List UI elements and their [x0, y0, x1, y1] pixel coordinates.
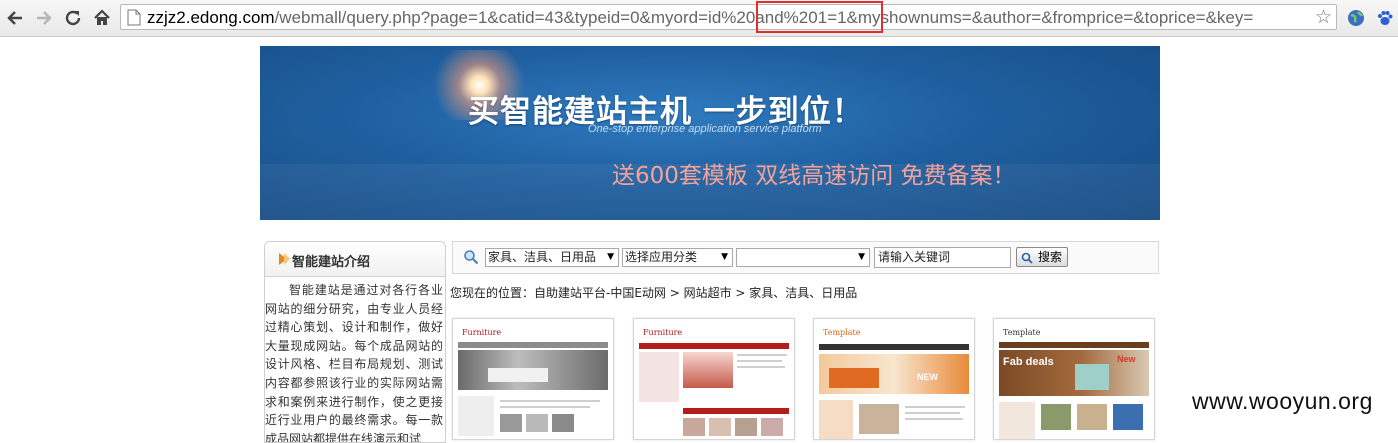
search-icon	[463, 249, 479, 268]
thumbnail-nav	[458, 342, 608, 348]
address-bar[interactable]: zzjz2.edong.com/webmall/query.php?page=1…	[120, 4, 1337, 30]
keyword-input[interactable]: 请输入关键词	[874, 247, 1011, 268]
thumbnail-text-line	[905, 412, 960, 414]
sidebar-header: 智能建站介绍	[265, 242, 445, 277]
thumbnail-text-line	[905, 406, 965, 408]
banner-subtitle: One-stop enterprise application service …	[588, 123, 822, 135]
thumbnail-product	[500, 414, 522, 432]
thumbnail-logo: Furniture	[462, 328, 502, 337]
thumbnail-product	[1077, 404, 1107, 430]
home-icon[interactable]	[90, 6, 114, 30]
chevron-down-icon: ▼	[607, 252, 614, 262]
thumbnail-text-line	[905, 418, 963, 420]
thumbnail-product	[1041, 404, 1071, 430]
thumbnail-logo: Template	[823, 328, 861, 337]
browser-toolbar: zzjz2.edong.com/webmall/query.php?page=1…	[0, 0, 1398, 37]
thumbnail-headline: Fab deals	[1003, 356, 1054, 368]
breadcrumb[interactable]: 您现在的位置：自助建站平台-中国E动网 > 网站超市 > 家具、洁具、日用品	[450, 284, 857, 301]
reload-icon[interactable]	[61, 6, 85, 30]
thumbnail-image: Template NEW	[819, 324, 969, 439]
thumbnail-chair	[1075, 364, 1109, 390]
globe-extension-icon[interactable]	[1344, 6, 1368, 30]
thumbnail-product	[709, 418, 731, 436]
thumbnail-sofa	[488, 368, 548, 382]
thumbnail-product	[1113, 404, 1143, 430]
thumbnail-hero	[683, 352, 733, 388]
magnifier-icon	[1021, 251, 1033, 269]
subcategory-select[interactable]: ▼	[736, 248, 870, 267]
app-category-select[interactable]: 选择应用分类 ▼	[622, 248, 733, 267]
search-button-label: 搜索	[1037, 250, 1062, 264]
thumbnail-side	[999, 402, 1035, 439]
url-text[interactable]: zzjz2.edong.com/webmall/query.php?page=1…	[147, 8, 1253, 27]
category-select[interactable]: 家具、洁具、日用品 ▼	[485, 248, 619, 267]
thumbnail-subnav	[683, 408, 789, 414]
chevron-down-icon: ▼	[858, 252, 865, 262]
url-host: zzjz2.edong.com	[147, 8, 275, 27]
thumbnail-text-line	[737, 360, 782, 362]
thumbnail-image: Furniture	[458, 324, 608, 439]
thumbnail-product	[683, 418, 705, 436]
sidebar-title: 智能建站介绍	[292, 255, 371, 270]
thumbnail-image: Template Fab deals New	[999, 324, 1149, 439]
thumbnail-badge: NEW	[917, 372, 938, 382]
thumbnail-product	[761, 418, 783, 436]
template-thumbnail[interactable]: Template NEW	[813, 318, 975, 440]
watermark: www.wooyun.org	[1192, 388, 1373, 414]
forward-icon[interactable]	[32, 6, 56, 30]
sidebar-description: 智能建站是通过对各行各业网站的细分研究，由专业人员经过精心策划、设计和制作，做好…	[265, 283, 443, 443]
intro-sidebar: 智能建站介绍 智能建站是通过对各行各业网站的细分研究，由专业人员经过精心策划、设…	[264, 241, 446, 443]
template-thumbnail[interactable]: Furniture	[452, 318, 614, 440]
thumbnail-logo: Furniture	[643, 328, 683, 337]
thumbnail-logo: Template	[1003, 328, 1041, 337]
thumbnail-nav	[819, 344, 969, 350]
paw-extension-icon[interactable]	[1373, 6, 1397, 30]
promo-banner[interactable]: 买智能建站主机 一步到位！ One-stop enterprise applic…	[260, 46, 1160, 220]
thumbnail-nav	[999, 342, 1149, 348]
thumbnail-product	[526, 414, 548, 432]
thumbnail-product	[735, 418, 757, 436]
thumbnail-badge: New	[1117, 354, 1136, 364]
thumbnail-image: Furniture	[639, 324, 789, 439]
thumbnail-text-line	[737, 366, 785, 368]
thumbnail-side	[819, 400, 853, 439]
search-bar: 家具、洁具、日用品 ▼ 选择应用分类 ▼ ▼ 请输入关键词 搜索	[452, 241, 1159, 274]
search-button[interactable]: 搜索	[1016, 247, 1068, 267]
thumbnail-product	[552, 414, 574, 432]
thumbnail-text-line	[737, 354, 787, 356]
thumbnail-nav	[639, 343, 789, 349]
thumbnail-side	[458, 396, 494, 436]
thumbnail-side	[639, 352, 679, 402]
template-thumbnail[interactable]: Furniture	[633, 318, 795, 440]
app-category-select-value: 选择应用分类	[625, 250, 698, 264]
category-select-value: 家具、洁具、日用品	[488, 250, 597, 264]
thumbnail-sofa	[829, 368, 879, 388]
page-icon	[127, 9, 141, 29]
thumbnail-text-line	[500, 406, 590, 408]
injection-highlight-box	[756, 1, 883, 33]
template-thumbnail[interactable]: Template Fab deals New	[993, 318, 1155, 440]
banner-promo: 送600套模板 双线高速访问 免费备案！	[612, 163, 1016, 189]
thumbnail-text-line	[500, 400, 600, 402]
chevron-down-icon: ▼	[721, 252, 728, 262]
star-icon[interactable]: ☆	[1315, 7, 1332, 27]
arrow-highlight-icon	[284, 253, 290, 265]
back-icon[interactable]	[3, 6, 27, 30]
